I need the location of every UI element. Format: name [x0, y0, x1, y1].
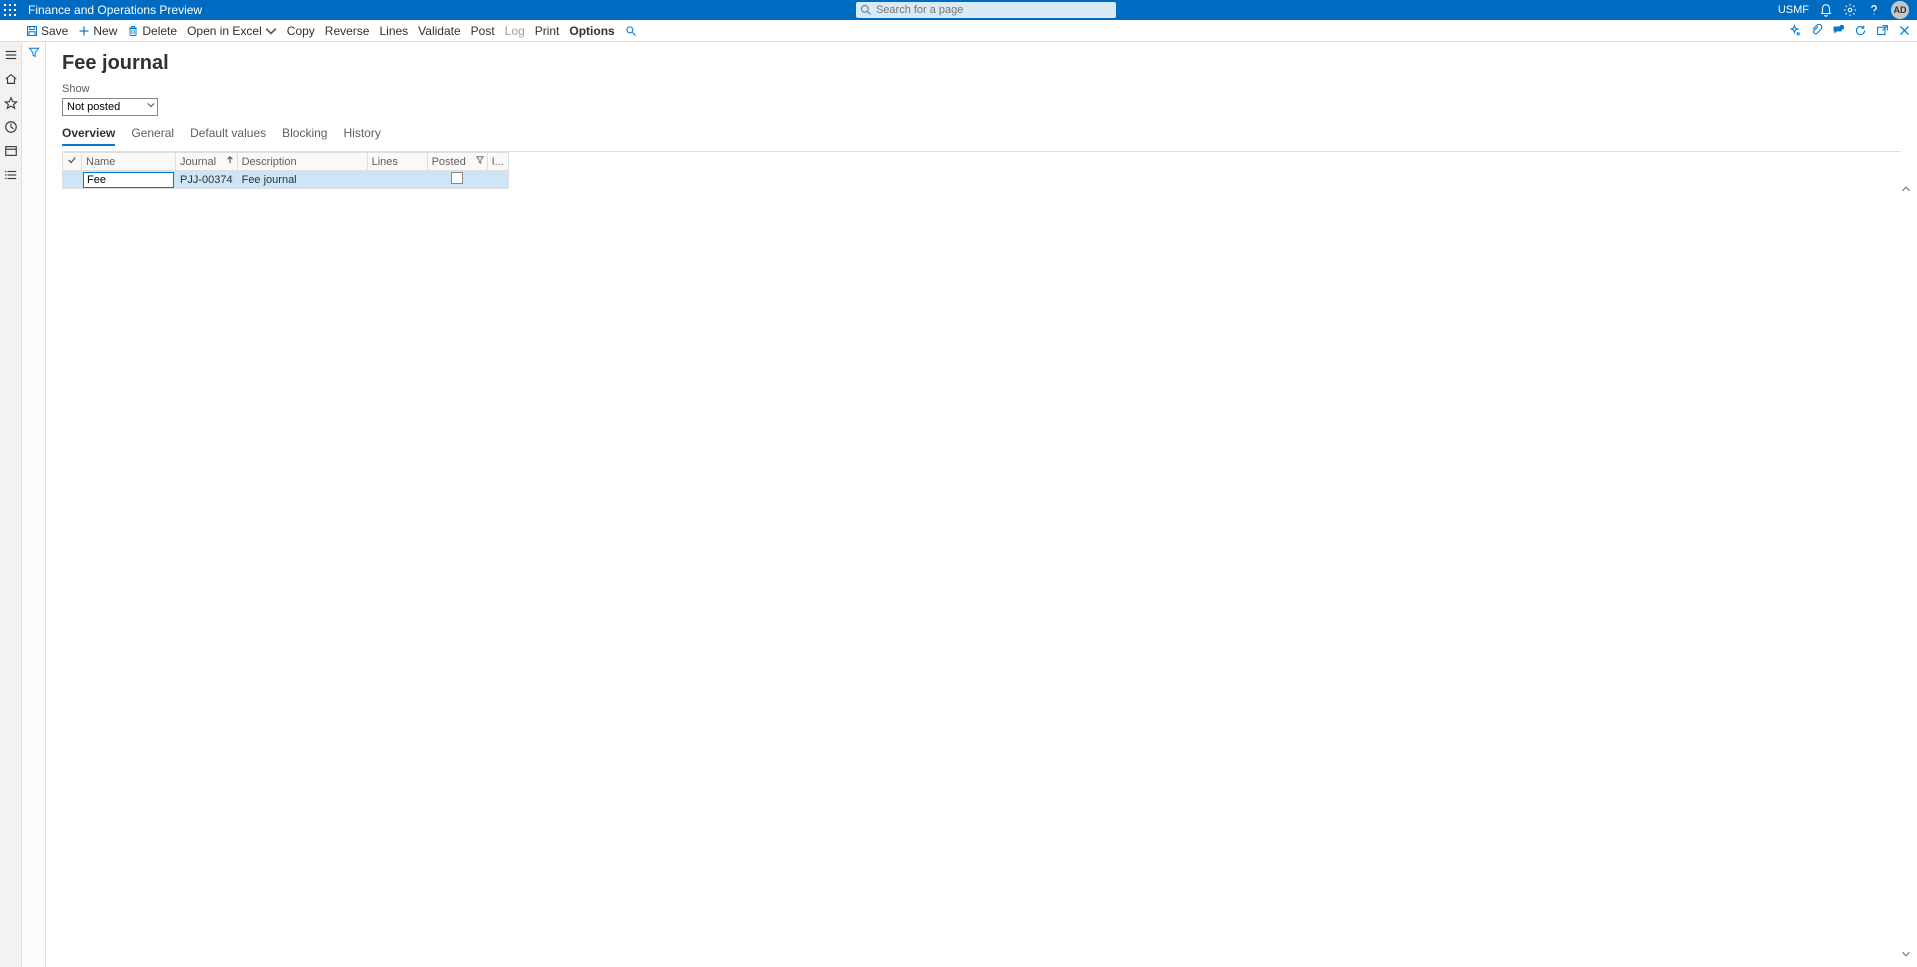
app-launcher-icon[interactable] [0, 0, 20, 20]
new-label: New [93, 24, 117, 38]
posted-cell[interactable] [427, 171, 487, 189]
filter-icon [476, 156, 484, 164]
company-label[interactable]: USMF [1778, 4, 1809, 16]
modules-icon[interactable] [4, 168, 18, 182]
post-button[interactable]: Post [471, 24, 495, 38]
feedback-icon[interactable] [1831, 24, 1845, 38]
filter-pane-icon[interactable] [28, 46, 40, 58]
check-icon [67, 155, 77, 165]
checkbox-unchecked-icon[interactable] [451, 172, 463, 184]
page-title: Fee journal [62, 52, 1901, 75]
recent-icon[interactable] [4, 120, 18, 134]
left-nav-rail [0, 42, 22, 967]
column-select-all[interactable] [63, 153, 82, 171]
action-search-button[interactable] [625, 25, 637, 37]
lines-cell[interactable] [367, 171, 427, 189]
lines-button[interactable]: Lines [379, 24, 408, 38]
home-icon[interactable] [4, 72, 18, 86]
name-cell-input[interactable] [83, 172, 174, 188]
options-button[interactable]: Options [569, 24, 614, 38]
column-header-overflow[interactable]: I... [487, 153, 508, 171]
attachments-icon[interactable] [1809, 24, 1823, 38]
open-excel-label: Open in Excel [187, 24, 262, 38]
sort-asc-icon [226, 156, 234, 164]
column-header-description[interactable]: Description [237, 153, 367, 171]
column-header-name[interactable]: Name [82, 153, 176, 171]
tab-strip: Overview General Default values Blocking… [62, 126, 1901, 147]
settings-icon[interactable] [1843, 3, 1857, 17]
main-content: Fee journal Show Not posted Overview Gen… [46, 42, 1917, 967]
column-header-posted[interactable]: Posted [427, 153, 487, 171]
tab-default-values[interactable]: Default values [190, 126, 266, 146]
chevron-down-icon [265, 25, 277, 37]
tab-history[interactable]: History [343, 126, 380, 146]
validate-button[interactable]: Validate [418, 24, 460, 38]
notifications-icon[interactable] [1819, 3, 1833, 17]
user-avatar[interactable]: AD [1891, 1, 1909, 19]
delete-label: Delete [142, 24, 177, 38]
save-label: Save [41, 24, 68, 38]
favorites-icon[interactable] [4, 96, 18, 110]
tab-blocking[interactable]: Blocking [282, 126, 327, 146]
show-select[interactable]: Not posted [62, 98, 158, 116]
hamburger-icon[interactable] [4, 48, 18, 62]
overflow-cell[interactable] [487, 171, 508, 189]
help-icon[interactable] [1867, 3, 1881, 17]
reverse-button[interactable]: Reverse [325, 24, 370, 38]
delete-button[interactable]: Delete [127, 24, 177, 38]
row-selector[interactable] [63, 171, 82, 189]
tab-general[interactable]: General [131, 126, 174, 146]
search-icon [860, 4, 872, 16]
journal-cell[interactable]: PJJ-00374 [176, 171, 238, 189]
show-field-label: Show [62, 83, 1901, 95]
expand-related-icon[interactable] [1899, 947, 1913, 961]
print-button[interactable]: Print [535, 24, 560, 38]
tab-overview[interactable]: Overview [62, 126, 115, 146]
open-excel-button[interactable]: Open in Excel [187, 24, 277, 38]
popout-icon[interactable] [1875, 24, 1889, 38]
copilot-icon[interactable] [1787, 24, 1801, 38]
close-icon[interactable] [1897, 24, 1911, 38]
column-header-lines[interactable]: Lines [367, 153, 427, 171]
copy-button[interactable]: Copy [287, 24, 315, 38]
new-button[interactable]: New [78, 24, 117, 38]
table-row[interactable]: PJJ-00374 Fee journal [63, 171, 509, 189]
global-search-input[interactable] [856, 2, 1116, 18]
refresh-icon[interactable] [1853, 24, 1867, 38]
column-header-journal[interactable]: Journal [176, 153, 238, 171]
save-button[interactable]: Save [26, 24, 68, 38]
workspaces-icon[interactable] [4, 144, 18, 158]
description-cell[interactable]: Fee journal [237, 171, 367, 189]
log-button: Log [505, 24, 525, 38]
filter-rail [22, 42, 46, 967]
collapse-related-icon[interactable] [1899, 182, 1913, 196]
product-title: Finance and Operations Preview [28, 3, 202, 17]
journal-grid: Name Journal Description Lines Posted [62, 152, 509, 189]
